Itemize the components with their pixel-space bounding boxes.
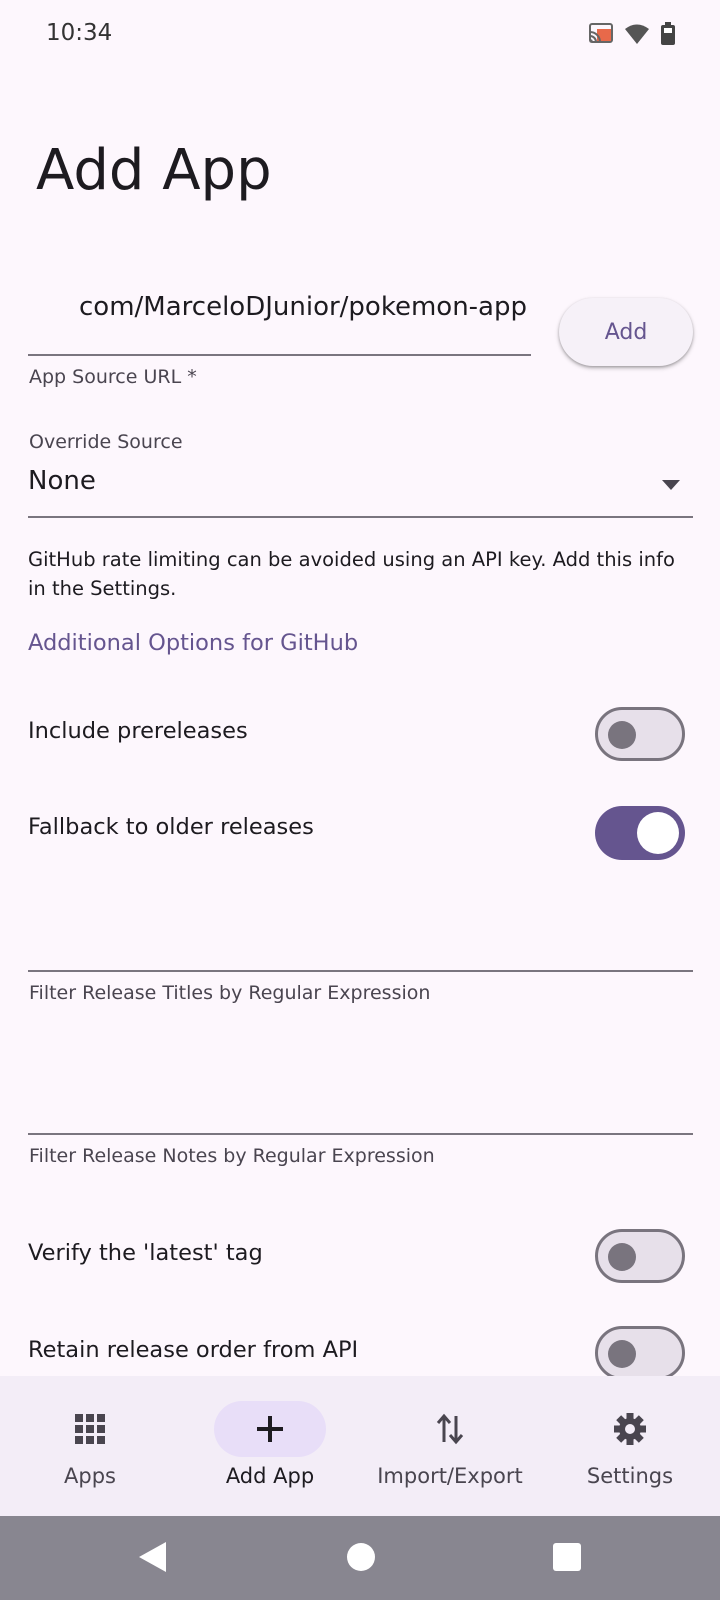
filter-notes-label: Filter Release Notes by Regular Expressi… bbox=[29, 1145, 435, 1167]
page-title: Add App bbox=[36, 138, 272, 203]
switch-knob bbox=[608, 1243, 636, 1271]
nav-item-import-export[interactable]: Import/Export bbox=[360, 1376, 540, 1516]
filter-notes-underline bbox=[28, 1133, 693, 1135]
source-url-input[interactable]: com/MarceloDJunior/pokemon-app bbox=[28, 290, 531, 356]
section-heading: Additional Options for GitHub bbox=[28, 630, 359, 656]
override-source-label: Override Source bbox=[29, 431, 183, 453]
switch-knob bbox=[608, 721, 636, 749]
verify-latest-label: Verify the 'latest' tag bbox=[28, 1240, 263, 1266]
include-prereleases-switch[interactable] bbox=[595, 707, 685, 761]
filter-titles-label: Filter Release Titles by Regular Express… bbox=[29, 982, 431, 1004]
include-prereleases-label: Include prereleases bbox=[28, 718, 248, 744]
gear-icon bbox=[614, 1411, 646, 1447]
retain-order-label: Retain release order from API bbox=[28, 1337, 359, 1363]
wifi-icon bbox=[624, 23, 650, 49]
filter-notes-input[interactable] bbox=[28, 1040, 693, 1134]
battery-icon bbox=[660, 22, 676, 50]
source-url-label: App Source URL * bbox=[29, 366, 197, 388]
verify-latest-switch[interactable] bbox=[595, 1229, 685, 1283]
nav-label-settings: Settings bbox=[586, 1464, 674, 1488]
filter-titles-underline bbox=[28, 970, 693, 972]
status-icons bbox=[588, 22, 676, 50]
bottom-nav: Apps Add App Import/Export Settings bbox=[0, 1376, 720, 1516]
switch-knob bbox=[608, 1340, 636, 1368]
home-icon[interactable] bbox=[346, 1542, 376, 1576]
plus-icon bbox=[254, 1411, 286, 1447]
dropdown-arrow-icon bbox=[661, 476, 681, 495]
recents-icon[interactable] bbox=[553, 1543, 581, 1575]
fallback-older-switch[interactable] bbox=[595, 806, 685, 860]
rate-limit-info: GitHub rate limiting can be avoided usin… bbox=[28, 548, 675, 600]
add-button[interactable]: Add bbox=[559, 298, 693, 366]
system-nav-bar bbox=[0, 1516, 720, 1600]
filter-titles-input[interactable] bbox=[28, 880, 693, 972]
import-export-icon bbox=[434, 1411, 466, 1447]
apps-grid-icon bbox=[74, 1411, 106, 1447]
override-source-dropdown[interactable]: None bbox=[28, 458, 693, 518]
nav-label-import-export: Import/Export bbox=[377, 1464, 523, 1488]
override-source-value: None bbox=[28, 466, 96, 496]
cast-icon bbox=[588, 23, 614, 49]
nav-label-add-app: Add App bbox=[225, 1464, 315, 1488]
source-url-value: com/MarceloDJunior/pokemon-app bbox=[79, 292, 527, 322]
fallback-older-label: Fallback to older releases bbox=[28, 814, 314, 840]
status-time: 10:34 bbox=[46, 20, 113, 46]
nav-item-settings[interactable]: Settings bbox=[540, 1376, 720, 1516]
nav-item-apps[interactable]: Apps bbox=[0, 1376, 180, 1516]
nav-label-apps: Apps bbox=[64, 1464, 116, 1488]
nav-item-add-app[interactable]: Add App bbox=[180, 1376, 360, 1516]
switch-knob bbox=[637, 812, 679, 854]
retain-order-switch[interactable] bbox=[595, 1326, 685, 1380]
status-bar: 10:34 bbox=[0, 0, 720, 72]
back-icon[interactable] bbox=[136, 1540, 168, 1578]
